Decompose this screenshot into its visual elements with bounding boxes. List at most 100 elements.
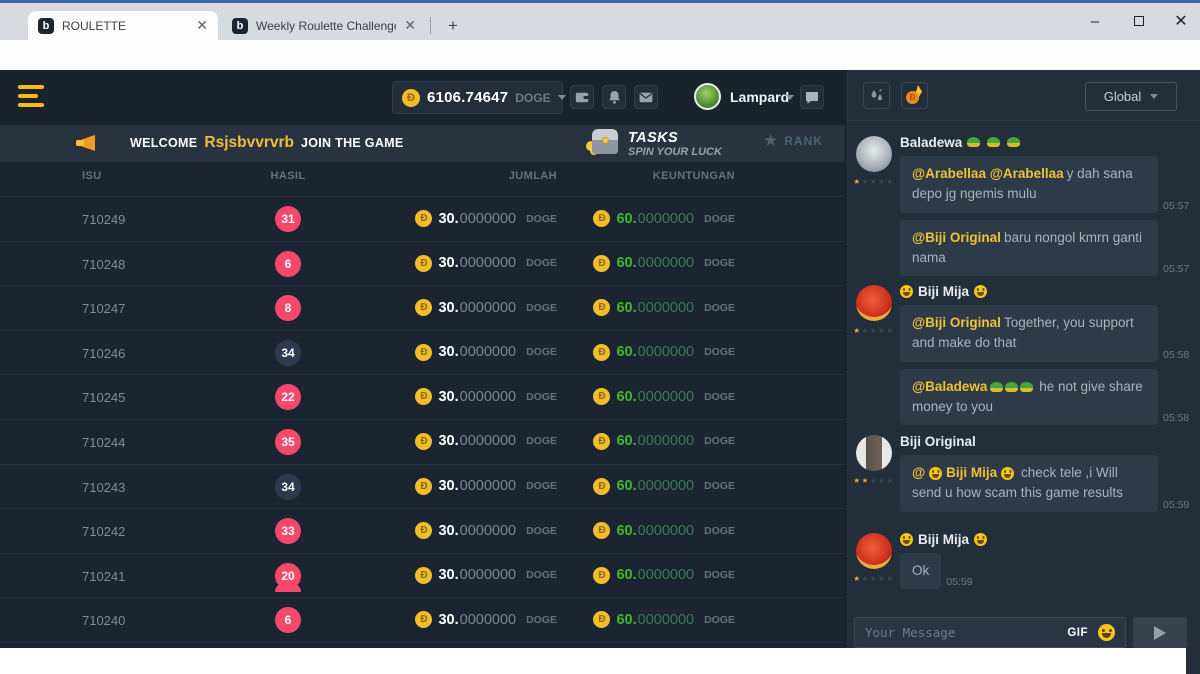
rain-button[interactable] <box>863 82 890 109</box>
mention[interactable]: @Biji Original <box>912 230 1001 245</box>
table-row[interactable]: 710246 34 Đ30.0000000DOGE Đ60.0000000DOG… <box>0 331 845 376</box>
round-id: 710247 <box>82 301 125 316</box>
turtle-emoji <box>1005 382 1018 392</box>
doge-coin-icon: Đ <box>415 299 432 316</box>
close-tab-icon[interactable]: ✕ <box>194 17 210 34</box>
chat-username[interactable]: Baladewa <box>900 133 1192 151</box>
coin-flame-icon: Đ <box>906 87 923 104</box>
timestamp: 05:57 <box>1163 200 1189 213</box>
chat-message: @Biji Mija check tele ,i Will send u how… <box>900 455 1192 512</box>
doge-coin-icon: Đ <box>402 89 420 107</box>
chevron-down-icon[interactable] <box>786 95 794 100</box>
table-row[interactable]: 710243 34 Đ30.0000000DOGE Đ60.0000000DOG… <box>0 465 845 510</box>
bet-history-table: 710249 31 Đ30.0000000DOGE Đ60.0000000DOG… <box>0 197 845 643</box>
chat-message: @Arabellaa @Arabellaay dah sana depo jg … <box>900 156 1192 213</box>
browser-toolbar: ← → bc.game/roulette ☆ <box>0 40 1200 70</box>
tab-title: ROULETTE <box>62 19 188 33</box>
tasks-button[interactable]: TASKS <box>628 130 678 146</box>
user-avatar[interactable] <box>694 83 721 110</box>
chat-username[interactable]: Biji Original <box>900 432 1192 450</box>
rank-button[interactable]: ★ RANK <box>763 132 823 149</box>
hamburger-menu-icon[interactable] <box>18 85 44 107</box>
profit-amount: Đ60.0000000DOGE <box>593 478 735 495</box>
laughing-emoji <box>900 285 913 298</box>
chat-username[interactable]: Biji Mija <box>900 282 1192 300</box>
turtle-emoji <box>1020 382 1033 392</box>
chat-message: Ok 05:59 <box>900 553 1192 589</box>
mention[interactable]: @Biji Mija <box>912 463 1014 483</box>
user-avatar[interactable] <box>856 533 892 569</box>
minimize-button[interactable]: – <box>1074 6 1116 36</box>
notifications-button[interactable] <box>602 85 626 109</box>
laughing-emoji <box>974 285 987 298</box>
tab-title: Weekly Roulette Challenge - Win <box>256 19 396 33</box>
table-row[interactable]: 710247 8 Đ30.0000000DOGE Đ60.0000000DOGE <box>0 286 845 331</box>
column-header-keuntungan: KEUNTUNGAN <box>653 170 735 182</box>
chat-channel-select[interactable]: Global <box>1085 82 1177 111</box>
chat-message-group: ★★★★★ Biji Original @Biji Mija check tel… <box>846 432 1200 519</box>
table-row[interactable]: 710242 33 Đ30.0000000DOGE Đ60.0000000DOG… <box>0 509 845 554</box>
wallet-button[interactable] <box>570 85 594 109</box>
message-text: Ok <box>912 563 929 578</box>
bet-amount: Đ30.0000000DOGE <box>415 344 557 361</box>
star-icon: ★ <box>870 177 878 186</box>
table-row[interactable]: 710245 22 Đ30.0000000DOGE Đ60.0000000DOG… <box>0 375 845 420</box>
table-row[interactable]: 710241 20 Đ30.0000000DOGE Đ60.0000000DOG… <box>0 554 845 599</box>
messages-button[interactable] <box>634 85 658 109</box>
chat-username[interactable]: Biji Mija <box>900 530 1192 548</box>
profit-amount: Đ60.0000000DOGE <box>593 388 735 405</box>
laughing-emoji <box>900 533 913 546</box>
message-bubble: @Arabellaa @Arabellaay dah sana depo jg … <box>900 156 1158 213</box>
table-row[interactable]: 710248 6 Đ30.0000000DOGE Đ60.0000000DOGE <box>0 242 845 287</box>
timestamp: 05:59 <box>946 576 972 589</box>
wallet-icon <box>575 91 589 103</box>
coindrop-button[interactable]: Đ <box>901 82 928 109</box>
input-placeholder: Your Message <box>865 625 1057 640</box>
profit-amount: Đ60.0000000DOGE <box>593 255 735 272</box>
doge-coin-icon: Đ <box>593 522 610 539</box>
chat-header: Đ Global <box>846 70 1200 121</box>
result-badge: 6 <box>275 251 301 277</box>
message-input[interactable]: Your Message GIF <box>854 617 1126 648</box>
gif-button[interactable]: GIF <box>1067 627 1088 639</box>
mention[interactable]: @Arabellaa @Arabellaa <box>912 166 1064 181</box>
star-icon: ★ <box>870 574 878 583</box>
star-icon: ★ <box>886 177 894 186</box>
new-tab-button[interactable]: + <box>440 13 466 39</box>
close-window-button[interactable]: ✕ <box>1160 6 1200 36</box>
user-avatar[interactable] <box>856 136 892 172</box>
message-bubble: @Baladewa he not give share money to you <box>900 369 1158 426</box>
table-row[interactable]: 710249 31 Đ30.0000000DOGE Đ60.0000000DOG… <box>0 197 845 242</box>
rank-label: RANK <box>784 134 823 148</box>
chevron-down-icon <box>1150 94 1158 99</box>
doge-coin-icon: Đ <box>415 433 432 450</box>
user-rating: ★★★★★ <box>852 327 896 335</box>
table-row[interactable]: 710244 35 Đ30.0000000DOGE Đ60.0000000DOG… <box>0 420 845 465</box>
tab-roulette[interactable]: b ROULETTE ✕ <box>28 11 218 40</box>
table-row[interactable]: 710240 6 Đ30.0000000DOGE Đ60.0000000DOGE <box>0 598 845 643</box>
tab-weekly-challenge[interactable]: b Weekly Roulette Challenge - Win ✕ <box>222 11 426 40</box>
star-icon: ★ <box>853 574 861 583</box>
star-icon: ★ <box>870 326 878 335</box>
mention[interactable]: @Biji Original <box>912 315 1001 330</box>
user-avatar[interactable] <box>856 435 892 471</box>
timestamp: 05:58 <box>1163 349 1189 362</box>
close-tab-icon[interactable]: ✕ <box>402 17 418 34</box>
timestamp: 05:58 <box>1163 412 1189 425</box>
bcgame-favicon: b <box>232 18 248 34</box>
round-id: 710249 <box>82 212 125 227</box>
screen: b ROULETTE ✕ b Weekly Roulette Challenge… <box>0 0 1200 674</box>
doge-coin-icon: Đ <box>415 567 432 584</box>
maximize-button[interactable] <box>1118 6 1160 36</box>
send-button[interactable] <box>1133 617 1187 648</box>
column-header-jumlah: JUMLAH <box>509 170 557 182</box>
user-avatar[interactable] <box>856 285 892 321</box>
treasure-chest-icon <box>588 129 620 156</box>
turtle-emoji <box>1007 137 1020 147</box>
star-icon: ★ <box>862 476 870 485</box>
emoji-picker-icon[interactable] <box>1098 624 1115 641</box>
balance-selector[interactable]: Đ 6106.74647 DOGE <box>392 81 563 114</box>
bet-amount: Đ30.0000000DOGE <box>415 388 557 405</box>
chat-toggle-button[interactable] <box>800 85 824 109</box>
mention[interactable]: @Baladewa <box>912 379 987 394</box>
